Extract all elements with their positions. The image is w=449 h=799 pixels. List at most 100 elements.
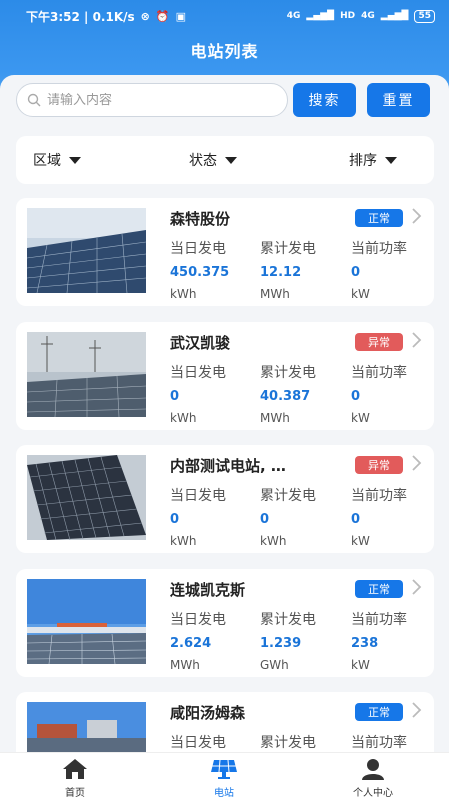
daily-gen-value: 0 bbox=[170, 512, 180, 527]
daily-gen-unit: MWh bbox=[170, 658, 200, 672]
caret-down-icon bbox=[385, 156, 397, 164]
total-gen-unit: MWh bbox=[260, 287, 290, 301]
daily-gen-label: 当日发电 bbox=[170, 735, 226, 751]
filter-region[interactable]: 区域 bbox=[33, 150, 81, 170]
station-name: 内部测试电站, … bbox=[170, 457, 286, 475]
filter-bar: 区域 状态 排序 bbox=[16, 136, 434, 184]
station-name: 连城凯克斯 bbox=[170, 581, 246, 599]
station-card[interactable]: 连城凯克斯 正常 当日发电 2.624 MWh 累计发电 1.239 GWh 当前功率 2… bbox=[16, 569, 434, 677]
status-badge: 正常 bbox=[355, 209, 403, 227]
station-card[interactable]: 森特股份 正常 当日发电 450.375 kWh 累计发电 12.12 MWh 当前功率… bbox=[16, 198, 434, 306]
filter-region-label: 区域 bbox=[33, 153, 61, 169]
daily-gen-value: 0 bbox=[170, 389, 180, 404]
station-card[interactable]: 内部测试电站, … 异常 当日发电 0 kWh 累计发电 0 kWh 当前功率 0 kW bbox=[16, 445, 434, 553]
station-card[interactable]: 咸阳汤姆森 正常 当日发电 累计发电 当前功率 bbox=[16, 692, 434, 752]
power-value: 0 bbox=[351, 265, 361, 280]
daily-gen-unit: kWh bbox=[170, 411, 197, 425]
station-name: 森特股份 bbox=[170, 210, 231, 228]
tab-home-label: 首页 bbox=[65, 788, 85, 799]
power-value: 0 bbox=[351, 512, 361, 527]
station-photo bbox=[27, 208, 146, 293]
search-box[interactable] bbox=[16, 83, 288, 117]
power-unit: kW bbox=[351, 534, 370, 548]
search-row: 搜索 重置 bbox=[16, 83, 434, 117]
status-badge: 异常 bbox=[355, 333, 403, 351]
signal-label-2: 4G bbox=[361, 11, 375, 21]
filter-sort[interactable]: 排序 bbox=[349, 150, 397, 170]
total-gen-unit: GWh bbox=[260, 658, 289, 672]
filter-status[interactable]: 状态 bbox=[189, 150, 237, 170]
filter-status-label: 状态 bbox=[189, 153, 217, 169]
tab-stations-label: 电站 bbox=[214, 788, 234, 799]
app-icon: ▣ bbox=[175, 9, 186, 23]
battery-icon: 55 bbox=[414, 9, 435, 23]
power-unit: kW bbox=[351, 287, 370, 301]
chevron-right-icon bbox=[412, 332, 422, 348]
status-badge: 正常 bbox=[355, 580, 403, 598]
power-unit: kW bbox=[351, 411, 370, 425]
reset-button[interactable]: 重置 bbox=[367, 83, 430, 117]
station-name: 武汉凯骏 bbox=[170, 334, 231, 352]
hd-label: HD bbox=[340, 11, 356, 21]
signal-icon: ▂▄▆█ bbox=[306, 11, 335, 21]
daily-gen-label: 当日发电 bbox=[170, 612, 226, 628]
daily-gen-label: 当日发电 bbox=[170, 365, 226, 381]
caret-down-icon bbox=[69, 156, 81, 164]
solar-panel-icon bbox=[210, 757, 238, 781]
signal-label-1: 4G bbox=[286, 11, 301, 21]
station-name: 咸阳汤姆森 bbox=[170, 704, 246, 722]
power-label: 当前功率 bbox=[351, 241, 407, 257]
home-icon bbox=[62, 757, 88, 781]
power-label: 当前功率 bbox=[351, 735, 407, 751]
search-input[interactable] bbox=[47, 92, 267, 108]
total-gen-value: 0 bbox=[260, 512, 270, 527]
daily-gen-unit: kWh bbox=[170, 534, 197, 548]
bottom-tab-bar: 首页 电站 个人中心 bbox=[0, 752, 449, 799]
status-badge: 正常 bbox=[355, 703, 403, 721]
daily-gen-unit: kWh bbox=[170, 287, 197, 301]
tab-profile[interactable]: 个人中心 bbox=[323, 757, 423, 799]
search-icon bbox=[27, 93, 41, 107]
total-gen-value: 1.239 bbox=[260, 636, 302, 651]
station-photo bbox=[27, 455, 146, 540]
daily-gen-label: 当日发电 bbox=[170, 488, 226, 504]
status-time: 下午3:52 | 0.1K/s bbox=[26, 9, 135, 24]
total-gen-label: 累计发电 bbox=[260, 612, 316, 628]
filter-sort-label: 排序 bbox=[349, 153, 377, 169]
daily-gen-value: 2.624 bbox=[170, 636, 212, 651]
chevron-right-icon bbox=[412, 579, 422, 595]
station-card[interactable]: 武汉凯骏 异常 当日发电 0 kWh 累计发电 40.387 MWh 当前功率 0 kW bbox=[16, 322, 434, 430]
power-value: 238 bbox=[351, 636, 379, 651]
total-gen-value: 40.387 bbox=[260, 389, 311, 404]
chevron-right-icon bbox=[412, 208, 422, 224]
user-icon bbox=[361, 757, 385, 781]
station-photo bbox=[27, 579, 146, 664]
chevron-right-icon bbox=[412, 455, 422, 471]
tab-home[interactable]: 首页 bbox=[25, 757, 125, 799]
total-gen-label: 累计发电 bbox=[260, 735, 316, 751]
total-gen-label: 累计发电 bbox=[260, 488, 316, 504]
notification-icon: ⊗ bbox=[140, 9, 150, 23]
signal-icon-2: ▂▄▆█ bbox=[380, 11, 409, 21]
alarm-icon: ⏰ bbox=[155, 9, 170, 23]
status-bar: 下午3:52 | 0.1K/s ⊗ ⏰ ▣ 4G ▂▄▆█ HD 4G ▂▄▆█… bbox=[0, 0, 449, 32]
tab-profile-label: 个人中心 bbox=[353, 788, 393, 799]
daily-gen-label: 当日发电 bbox=[170, 241, 226, 257]
total-gen-label: 累计发电 bbox=[260, 365, 316, 381]
status-badge: 异常 bbox=[355, 456, 403, 474]
station-photo bbox=[27, 332, 146, 417]
total-gen-unit: kWh bbox=[260, 534, 287, 548]
page-title: 电站列表 bbox=[190, 42, 259, 61]
total-gen-value: 12.12 bbox=[260, 265, 302, 280]
tab-stations[interactable]: 电站 bbox=[174, 757, 274, 799]
power-unit: kW bbox=[351, 658, 370, 672]
total-gen-label: 累计发电 bbox=[260, 241, 316, 257]
search-button[interactable]: 搜索 bbox=[293, 83, 356, 117]
total-gen-unit: MWh bbox=[260, 411, 290, 425]
power-label: 当前功率 bbox=[351, 612, 407, 628]
caret-down-icon bbox=[225, 156, 237, 164]
daily-gen-value: 450.375 bbox=[170, 265, 230, 280]
chevron-right-icon bbox=[412, 702, 422, 718]
power-label: 当前功率 bbox=[351, 488, 407, 504]
power-value: 0 bbox=[351, 389, 361, 404]
